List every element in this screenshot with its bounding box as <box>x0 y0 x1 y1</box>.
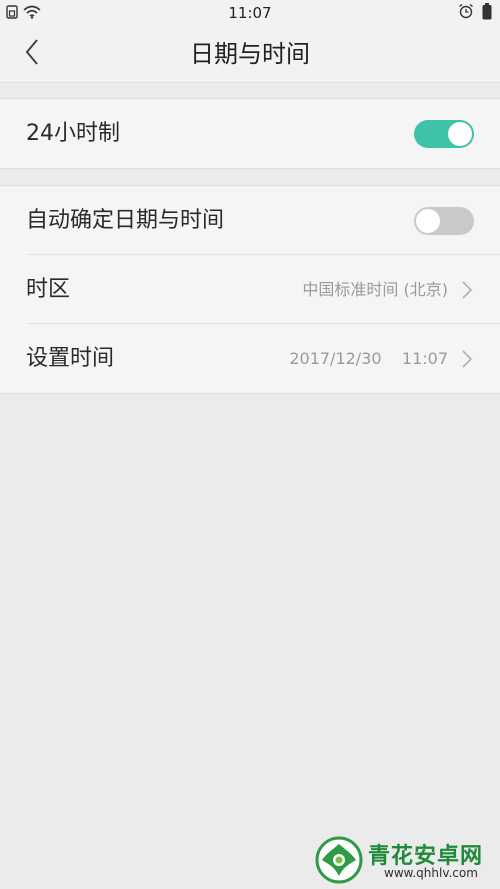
timezone-value: 中国标准时间 (北京) <box>302 280 448 299</box>
setting-label: 24小时制 <box>26 121 120 146</box>
status-time: 11:07 <box>228 4 272 22</box>
watermark-logo <box>312 834 366 884</box>
toggle-auto-datetime[interactable] <box>414 207 474 235</box>
setting-row-auto-datetime[interactable]: 自动确定日期与时间 <box>0 186 500 255</box>
chevron-right-icon <box>460 348 474 370</box>
page-title: 日期与时间 <box>190 40 310 68</box>
setting-row-timezone[interactable]: 时区 中国标准时间 (北京) <box>0 255 500 324</box>
setting-label: 自动确定日期与时间 <box>26 208 225 233</box>
toggle-knob <box>416 209 440 233</box>
settings-section-format: 24小时制 <box>0 98 500 169</box>
settings-section-time: 自动确定日期与时间 时区 中国标准时间 (北京) 设置时间 2017/12/30… <box>0 185 500 394</box>
toggle-knob <box>448 122 472 146</box>
watermark-url: www.qhhlv.com <box>384 866 478 880</box>
setting-label: 时区 <box>26 277 71 302</box>
battery-icon <box>482 2 492 24</box>
set-time-value: 2017/12/30 11:07 <box>289 349 448 368</box>
nav-divider <box>0 82 500 83</box>
chevron-right-icon <box>460 279 474 301</box>
toggle-24-hour[interactable] <box>414 120 474 148</box>
status-bar: 11:07 <box>0 0 500 26</box>
setting-label: 设置时间 <box>26 346 115 371</box>
watermark: 青花安卓网 www.qhhlv.com <box>312 834 494 884</box>
setting-row-set-time[interactable]: 设置时间 2017/12/30 11:07 <box>0 324 500 393</box>
status-right-icons <box>458 2 492 24</box>
setting-row-24-hour[interactable]: 24小时制 <box>0 99 500 168</box>
nav-bar: 日期与时间 <box>0 26 500 82</box>
alarm-clock-icon <box>458 3 474 23</box>
